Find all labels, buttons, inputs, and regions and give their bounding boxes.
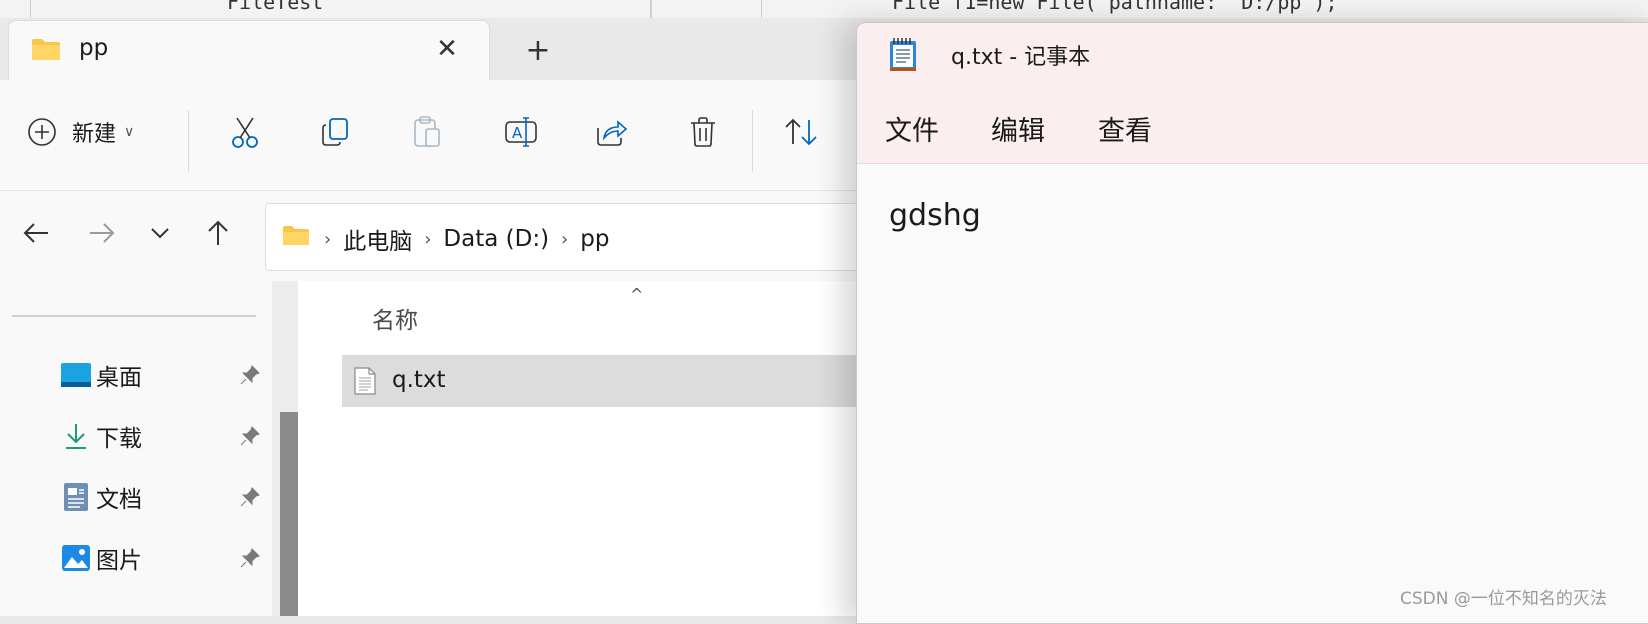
nav-item-label: 下载 — [96, 426, 142, 452]
watermark: CSDN @一位不知名的灭法 — [1400, 589, 1607, 609]
column-header-name[interactable]: 名称 — [372, 301, 418, 335]
folder-icon — [283, 226, 309, 245]
cut-button[interactable] — [220, 106, 270, 158]
download-icon — [60, 420, 92, 452]
file-explorer-window: pp ✕ + 新建 ∨ A › 此电脑 › Data (D:) › pp 桌面 … — [0, 18, 867, 616]
nav-item-label: 文档 — [96, 487, 142, 513]
svg-text:A: A — [512, 124, 523, 142]
pin-icon[interactable] — [240, 426, 260, 446]
arrow-right-icon — [90, 223, 115, 243]
menu-file[interactable]: 文件 — [885, 109, 939, 148]
nav-item-documents[interactable]: 文档 — [60, 473, 270, 521]
pin-icon[interactable] — [240, 487, 260, 507]
paste-button[interactable] — [402, 106, 452, 158]
menu-edit[interactable]: 编辑 — [991, 109, 1045, 148]
file-name: q.txt — [392, 367, 446, 393]
tab-title: pp — [79, 35, 109, 61]
chevron-down-icon — [151, 228, 169, 239]
chevron-down-icon: ∨ — [124, 124, 135, 140]
breadcrumb-drive-d[interactable]: Data (D:) — [443, 226, 549, 252]
explorer-tab-bar: pp ✕ + — [0, 18, 860, 81]
breadcrumb-folder-pp[interactable]: pp — [580, 226, 609, 252]
nav-item-label: 桌面 — [96, 365, 142, 391]
nav-item-downloads[interactable]: 下载 — [60, 412, 270, 460]
notepad-title: q.txt - 记事本 — [951, 45, 1091, 70]
breadcrumb-chevron-icon[interactable]: › — [424, 229, 431, 250]
share-icon — [597, 120, 628, 146]
new-button-label: 新建 — [72, 122, 117, 147]
text-file-icon — [354, 367, 376, 395]
notepad-titlebar: q.txt - 记事本 — [857, 23, 1648, 89]
explorer-toolbar: 新建 ∨ A — [0, 80, 860, 191]
background-window-strip: FileTest File f1=new File("pathname: "D:… — [0, 0, 1648, 18]
notepad-content: gdshg — [889, 198, 981, 233]
share-button[interactable] — [586, 106, 636, 158]
notepad-icon — [890, 38, 916, 71]
breadcrumb-chevron-icon[interactable]: › — [561, 229, 568, 250]
pictures-icon — [60, 542, 92, 574]
nav-item-label: 图片 — [96, 548, 142, 574]
sort-icon — [785, 118, 817, 146]
navigation-pane: 桌面 下载 文档 图片 — [0, 281, 272, 616]
cut-icon — [232, 117, 258, 148]
copy-button[interactable] — [310, 106, 360, 158]
background-tab-text: FileTest — [227, 0, 324, 14]
breadcrumb-chevron-icon: › — [324, 228, 332, 250]
paste-icon — [414, 116, 440, 147]
explorer-navigation-bar: › 此电脑 › Data (D:) › pp — [0, 191, 867, 281]
sort-button[interactable] — [776, 106, 826, 158]
desktop-icon — [60, 359, 92, 391]
menu-view[interactable]: 查看 — [1098, 109, 1152, 148]
add-circle-icon — [28, 118, 56, 146]
explorer-tab-pp[interactable]: pp ✕ — [8, 20, 490, 81]
delete-icon — [691, 117, 715, 147]
background-code-text: File f1=new File("pathname: "D:/pp"); — [892, 0, 1338, 14]
recent-locations-button[interactable] — [140, 213, 180, 253]
back-button[interactable] — [16, 213, 56, 253]
notepad-window: q.txt - 记事本 文件 编辑 查看 gdshg — [856, 22, 1648, 624]
delete-button[interactable] — [678, 106, 728, 158]
sort-ascending-icon: ^ — [630, 285, 644, 304]
file-list: ^ 名称 q.txt — [304, 281, 862, 616]
notepad-text-area[interactable]: gdshg — [857, 164, 1648, 623]
documents-icon — [60, 481, 92, 513]
toolbar-separator — [752, 110, 753, 172]
forward-button[interactable] — [82, 213, 122, 253]
rename-icon: A — [505, 117, 537, 147]
new-button[interactable]: 新建 ∨ — [26, 106, 176, 158]
breadcrumb: › 此电脑 › Data (D:) › pp — [324, 222, 609, 256]
copy-icon — [322, 118, 348, 146]
nav-item-pictures[interactable]: 图片 — [60, 534, 270, 582]
address-bar[interactable]: › 此电脑 › Data (D:) › pp — [265, 203, 867, 271]
pin-icon[interactable] — [240, 548, 260, 568]
file-row-q-txt[interactable]: q.txt — [342, 355, 862, 407]
folder-icon — [32, 39, 60, 60]
up-button[interactable] — [198, 213, 238, 253]
close-tab-button[interactable]: ✕ — [429, 31, 465, 67]
explorer-content: 桌面 下载 文档 图片 ^ 名称 q.txt — [0, 281, 862, 616]
rename-button[interactable]: A — [496, 106, 546, 158]
breadcrumb-this-pc[interactable]: 此电脑 — [343, 222, 412, 256]
nav-item-desktop[interactable]: 桌面 — [60, 351, 270, 399]
toolbar-separator — [188, 110, 189, 172]
nav-scrollbar-thumb[interactable] — [280, 412, 298, 616]
nav-divider — [12, 315, 256, 317]
new-tab-button[interactable]: + — [520, 32, 556, 68]
background-tab-2 — [650, 0, 762, 18]
notepad-menubar: 文件 编辑 查看 — [857, 89, 1648, 164]
close-icon: ✕ — [436, 34, 458, 64]
plus-icon: + — [525, 32, 551, 68]
arrow-left-icon — [23, 223, 48, 243]
arrow-up-icon — [208, 220, 228, 245]
background-tab: FileTest — [30, 0, 652, 18]
pin-icon[interactable] — [240, 365, 260, 385]
